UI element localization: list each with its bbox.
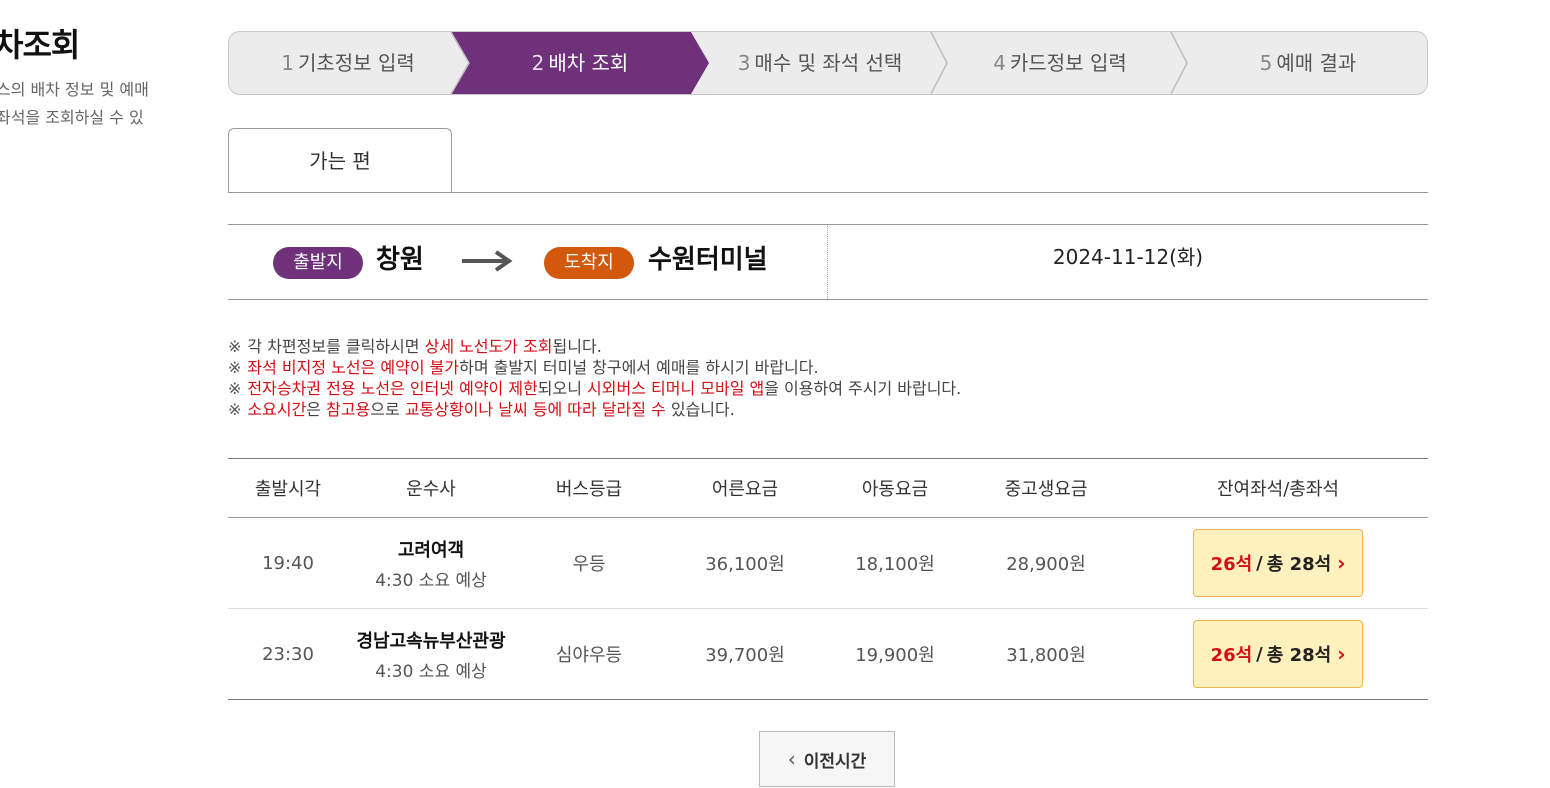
student-fare: 31,800원 bbox=[1006, 645, 1086, 666]
notice-item: ※ 각 차편정보를 클릭하시면 상세 노선도가 조회됩니다. bbox=[228, 337, 602, 356]
notice-item: ※ 좌석 비지정 노선은 예약이 불가하며 출발지 터미널 창구에서 예매를 하시… bbox=[228, 358, 819, 377]
seat-cell: 26석 / 총 28석 › bbox=[1128, 609, 1428, 699]
remaining-seats: 26석 bbox=[1210, 645, 1253, 666]
step-seat-select: 3 매수 및 좌석 선택 bbox=[737, 51, 903, 75]
header-seats: 잔여좌석/총좌석 bbox=[1217, 479, 1339, 500]
header-bus-grade: 버스등급 bbox=[555, 479, 623, 500]
company-name: 고려여객 bbox=[397, 539, 465, 561]
step-bus-lookup: 2 배차 조회 bbox=[531, 51, 629, 75]
header-adult-fare: 어른요금 bbox=[711, 479, 779, 500]
child-fare: 18,100원 bbox=[855, 554, 935, 575]
select-seat-button[interactable]: 26석 / 총 28석 › bbox=[1193, 620, 1363, 688]
departure-badge: 출발지 bbox=[273, 247, 363, 279]
notice-list: ※ 각 차편정보를 클릭하시면 상세 노선도가 조회됩니다. ※ 좌석 비지정 노선… bbox=[228, 336, 961, 420]
route-summary: 출발지 창원 도착지 수원터미널 2024-11-12(화) bbox=[228, 224, 1428, 300]
table-row[interactable]: 23:30 경남고속뉴부산관광 4:30 소요 예상 심야우등 39,700원 … bbox=[228, 609, 1428, 699]
table-header: 출발시각 운수사 버스등급 어른요금 아동요금 중고생요금 잔여좌석/총좌석 bbox=[228, 459, 1428, 518]
chevron-right-icon: › bbox=[1337, 551, 1346, 575]
tab-divider bbox=[228, 192, 1428, 193]
page-description: 스의 배차 정보 및 예매 좌석을 조회하실 수 있 bbox=[0, 76, 176, 132]
step-progress-bar: 1 기초정보 입력 2 배차 조회 3 매수 및 좌석 선택 4 카드정보 입력 5 예매… bbox=[228, 31, 1428, 95]
travel-duration: 4:30 소요 예상 bbox=[375, 570, 487, 591]
seat-separator: / bbox=[1256, 552, 1263, 574]
company-cell: 경남고속뉴부산관광 4:30 소요 예상 bbox=[348, 609, 514, 699]
bus-schedule-table: 출발시각 운수사 버스등급 어른요금 아동요금 중고생요금 잔여좌석/총좌석 1… bbox=[228, 458, 1428, 700]
bus-grade: 심야우등 bbox=[555, 645, 623, 666]
departure-time: 23:30 bbox=[262, 643, 314, 665]
previous-time-button[interactable]: ‹ 이전시간 bbox=[759, 731, 895, 787]
student-fare: 28,900원 bbox=[1006, 554, 1086, 575]
description-line: 좌석을 조회하실 수 있 bbox=[0, 108, 144, 127]
notice-item: ※ 소요시간은 참고용으로 교통상황이나 날씨 등에 따라 달라질 수 있습니다. bbox=[228, 400, 735, 419]
step-card-info: 4 카드정보 입력 bbox=[993, 51, 1127, 75]
adult-fare: 39,700원 bbox=[705, 645, 785, 666]
header-departure-time: 출발시각 bbox=[254, 479, 322, 500]
remaining-seats: 26석 bbox=[1210, 554, 1253, 575]
select-seat-button[interactable]: 26석 / 총 28석 › bbox=[1193, 529, 1363, 597]
company-name: 경남고속뉴부산관광 bbox=[356, 630, 506, 652]
tab-outbound[interactable]: 가는 편 bbox=[228, 128, 452, 193]
arrival-name: 수원터미널 bbox=[648, 245, 768, 275]
previous-time-label: 이전시간 bbox=[803, 751, 867, 772]
seat-cell: 26석 / 총 28석 › bbox=[1128, 518, 1428, 608]
travel-duration: 4:30 소요 예상 bbox=[375, 661, 487, 682]
header-child-fare: 아동요금 bbox=[861, 479, 929, 500]
step-result: 5 예매 결과 bbox=[1259, 51, 1357, 75]
chevron-right-icon: › bbox=[1337, 642, 1346, 666]
notice-item: ※ 전자승차권 전용 노선은 인터넷 예약이 제한되오니 시외버스 티머니 모바일… bbox=[228, 379, 962, 398]
page-title: 차조회 bbox=[0, 26, 80, 64]
departure-name: 창원 bbox=[376, 245, 424, 275]
company-cell: 고려여객 4:30 소요 예상 bbox=[348, 518, 514, 608]
child-fare: 19,900원 bbox=[855, 645, 935, 666]
total-seats: 총 28석 bbox=[1266, 554, 1332, 575]
departure-date: 2024-11-12(화) bbox=[1052, 245, 1204, 269]
chevron-left-icon: ‹ bbox=[787, 747, 796, 771]
description-line: 스의 배차 정보 및 예매 bbox=[0, 80, 149, 99]
seat-separator: / bbox=[1256, 643, 1263, 665]
step-basic-info: 1 기초정보 입력 bbox=[281, 51, 415, 75]
departure-time: 19:40 bbox=[262, 552, 314, 574]
bus-grade: 우등 bbox=[572, 554, 606, 575]
total-seats: 총 28석 bbox=[1266, 645, 1332, 666]
header-student-fare: 중고생요금 bbox=[1004, 479, 1088, 500]
adult-fare: 36,100원 bbox=[705, 554, 785, 575]
header-company: 운수사 bbox=[406, 479, 456, 500]
arrow-right-icon bbox=[462, 250, 513, 272]
table-row[interactable]: 19:40 고려여객 4:30 소요 예상 우등 36,100원 18,100원… bbox=[228, 518, 1428, 609]
arrival-badge: 도착지 bbox=[544, 247, 634, 279]
